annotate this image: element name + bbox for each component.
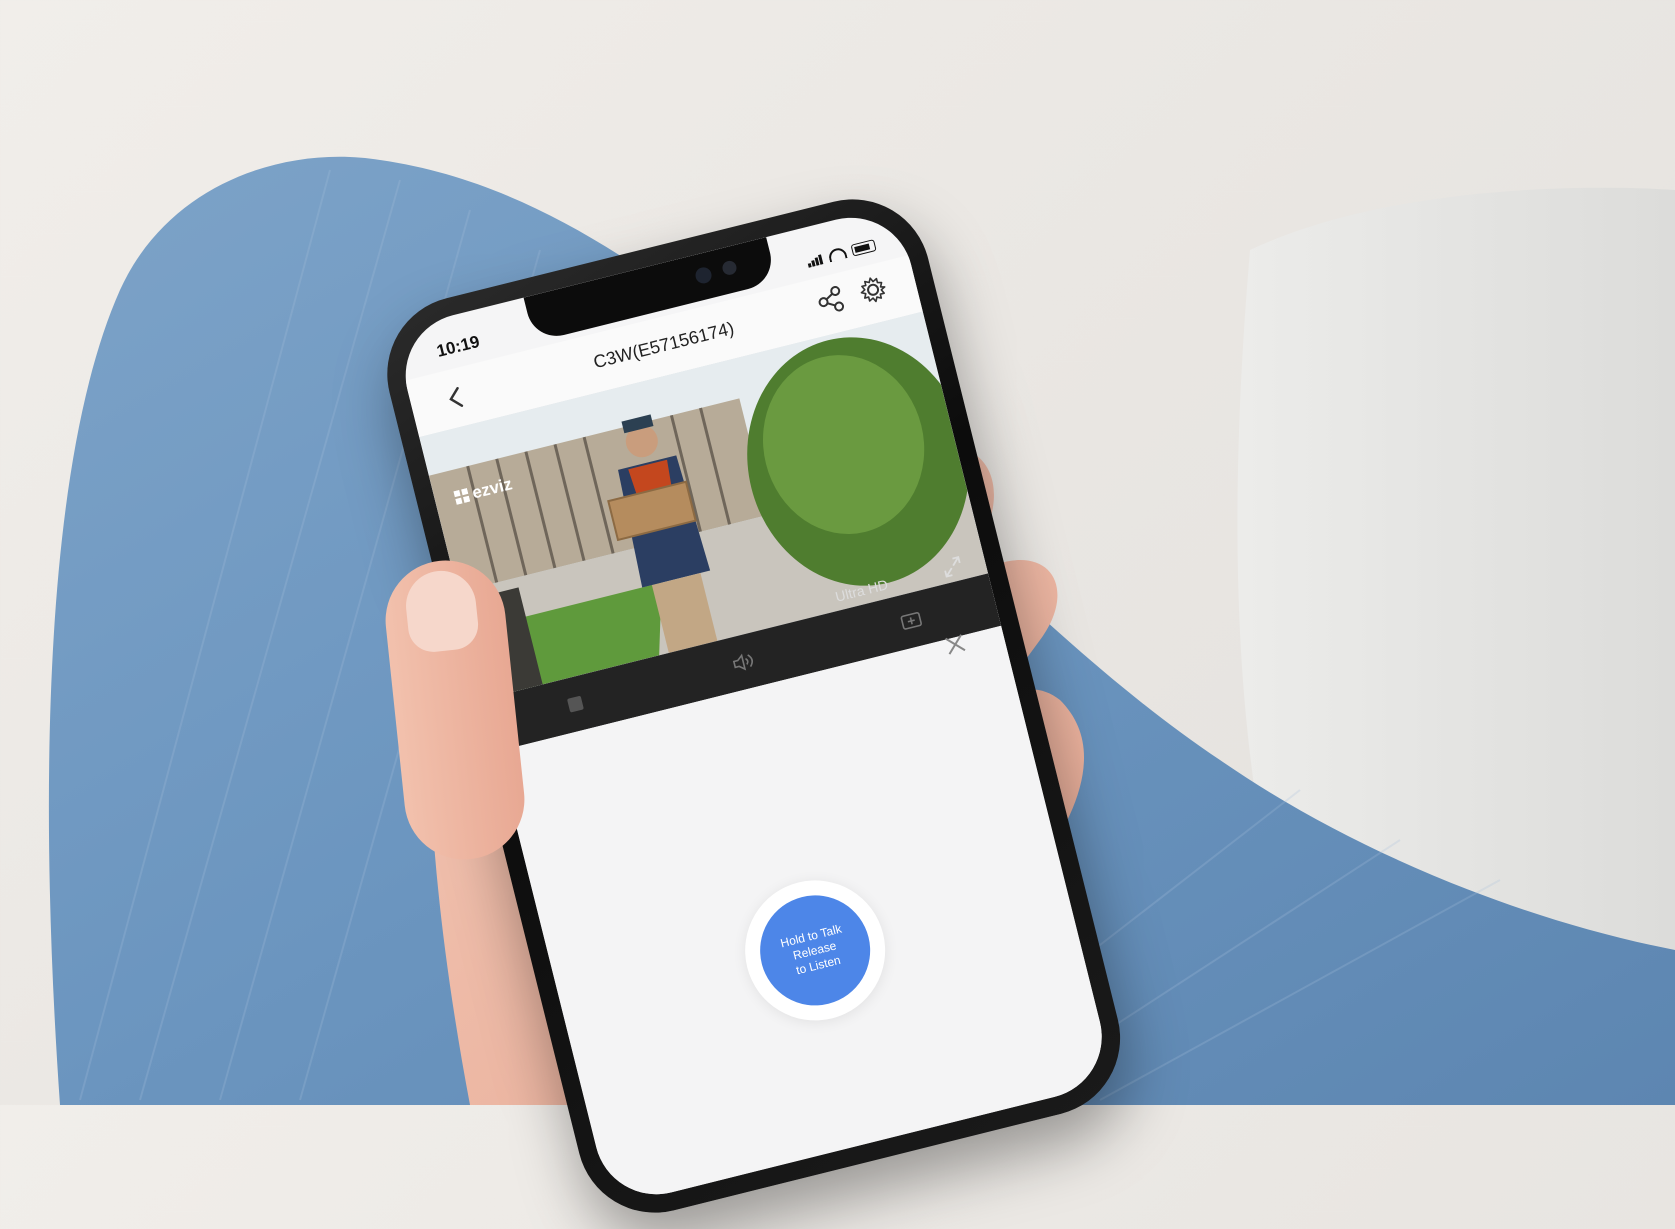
expand-icon[interactable]: [939, 553, 966, 580]
gear-icon[interactable]: [855, 272, 891, 308]
front-camera-icon: [693, 265, 713, 286]
screenshot-icon: [900, 612, 922, 630]
sensor-icon: [720, 259, 738, 277]
status-icons: [804, 233, 877, 268]
thumb-nail: [402, 567, 481, 655]
status-time: 10:19: [434, 331, 482, 361]
record-icon: [566, 695, 584, 713]
wifi-icon: [827, 246, 848, 263]
ezviz-logo-icon: [453, 487, 471, 505]
speaker-icon: [732, 653, 753, 671]
share-icon[interactable]: [812, 282, 848, 318]
close-icon[interactable]: [940, 629, 972, 661]
talk-button-ring: Hold to Talk Release to Listen: [729, 865, 900, 1036]
signal-icon: [804, 246, 824, 268]
scene: 10:19 C3W(E57156174) ezviz Ultra HD Hold…: [0, 0, 1675, 1229]
hold-to-talk-button[interactable]: Hold to Talk Release to Listen: [747, 883, 882, 1018]
battery-icon: [850, 239, 877, 257]
